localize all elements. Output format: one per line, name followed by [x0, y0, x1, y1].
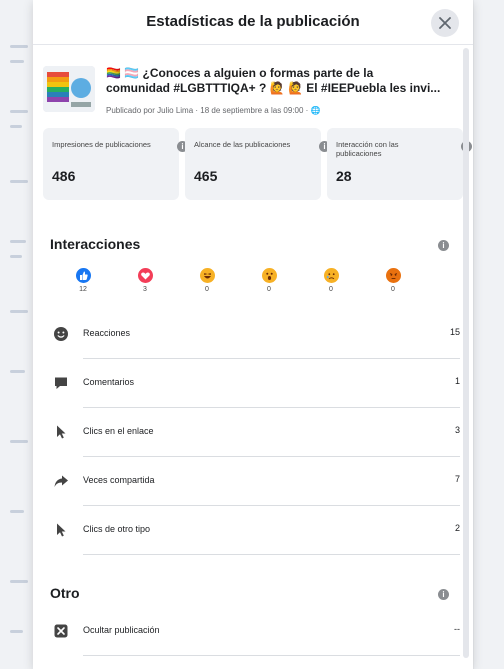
row-hide-post[interactable]: Ocultar publicación --: [50, 608, 460, 656]
interactions-heading: Interacciones: [50, 236, 141, 252]
divider: [83, 554, 460, 555]
reaction-sad: 0: [311, 268, 351, 293]
divider: [83, 505, 460, 506]
cursor-icon: [50, 519, 72, 541]
post-insights-dialog: Estadísticas de la publicación 🏳️‍🌈 🏳️‍⚧…: [33, 0, 473, 669]
row-label: Clics de otro tipo: [83, 524, 151, 534]
row-shares[interactable]: Veces compartida 7: [50, 458, 460, 506]
reaction-love: 3: [125, 268, 165, 293]
dialog-header: Estadísticas de la publicación: [33, 0, 473, 45]
love-icon: [137, 268, 153, 283]
stat-value: 465: [194, 168, 218, 184]
angry-icon: [385, 268, 401, 283]
reaction-count: 0: [391, 286, 395, 293]
stat-impressions: Impresiones de publicaciones 486 i: [43, 128, 188, 200]
row-value: 7: [454, 474, 460, 484]
row-value: 3: [454, 425, 460, 435]
reaction-haha: 0: [187, 268, 227, 293]
reaction-count: 0: [329, 286, 333, 293]
other-heading: Otro: [50, 585, 80, 601]
divider: [83, 655, 460, 656]
divider: [83, 407, 460, 408]
stat-value: 486: [52, 168, 76, 184]
close-icon: [439, 17, 451, 29]
post-preview[interactable]: 🏳️‍🌈 🏳️‍⚧️ ¿Conoces a alguien o formas p…: [43, 62, 463, 124]
stat-label: Alcance de las publicaciones: [194, 140, 291, 149]
background-right: [474, 0, 504, 669]
summary-stats: Impresiones de publicaciones 486 i Alcan…: [43, 128, 472, 200]
reaction-count: 12: [79, 286, 87, 293]
stat-engagement: Interacción con las publicaciones 28 i: [327, 128, 472, 200]
reaction-count: 0: [205, 286, 209, 293]
reaction-count: 0: [267, 286, 271, 293]
row-other-clicks[interactable]: Clics de otro tipo 2: [50, 507, 460, 555]
dialog-title: Estadísticas de la publicación: [146, 13, 360, 30]
haha-icon: [199, 268, 215, 283]
hide-post-icon: [50, 620, 72, 642]
reaction-angry: 0: [373, 268, 413, 293]
post-text: 🏳️‍🌈 🏳️‍⚧️ ¿Conoces a alguien o formas p…: [106, 66, 461, 96]
stat-reach: Alcance de las publicaciones 465 i: [185, 128, 330, 200]
row-label: Comentarios: [83, 377, 135, 387]
divider: [83, 358, 460, 359]
reaction-wow: 0: [249, 268, 289, 293]
stat-value: 28: [336, 168, 352, 184]
reaction-count: 3: [143, 286, 147, 293]
reactions-icon: [50, 323, 72, 345]
row-label: Ocultar publicación: [83, 625, 160, 635]
info-icon[interactable]: i: [438, 589, 449, 600]
scrollbar[interactable]: [463, 48, 469, 658]
post-text-line-1: 🏳️‍🌈 🏳️‍⚧️ ¿Conoces a alguien o formas p…: [106, 66, 374, 80]
row-label: Reacciones: [83, 328, 131, 338]
post-meta: Publicado por Julio Lima · 18 de septiem…: [106, 106, 321, 115]
like-icon: [75, 268, 91, 283]
reaction-breakdown: 12 3 0 0 0 0: [63, 268, 453, 308]
post-thumbnail: [43, 66, 95, 112]
stat-label: Impresiones de publicaciones: [52, 140, 151, 149]
row-label: Veces compartida: [83, 475, 155, 485]
cursor-icon: [50, 421, 72, 443]
divider: [83, 456, 460, 457]
post-text-line-2: comunidad #LGBTTTIQA+ ? 🙋 🙋 El #IEEPuebl…: [106, 81, 441, 95]
row-value: 15: [449, 327, 460, 337]
share-icon: [50, 470, 72, 492]
row-link-clicks[interactable]: Clics en el enlace 3: [50, 409, 460, 457]
wow-icon: [261, 268, 277, 283]
comment-icon: [50, 372, 72, 394]
close-button[interactable]: [431, 9, 459, 37]
stat-label: Interacción con las publicaciones: [336, 140, 399, 158]
row-label: Clics en el enlace: [83, 426, 154, 436]
row-value: 2: [454, 523, 460, 533]
info-icon[interactable]: i: [438, 240, 449, 251]
row-reactions[interactable]: Reacciones 15: [50, 311, 460, 359]
reaction-like: 12: [63, 268, 103, 293]
sad-icon: [323, 268, 339, 283]
row-comments[interactable]: Comentarios 1: [50, 360, 460, 408]
row-value: 1: [454, 376, 460, 386]
row-value: --: [454, 624, 460, 634]
